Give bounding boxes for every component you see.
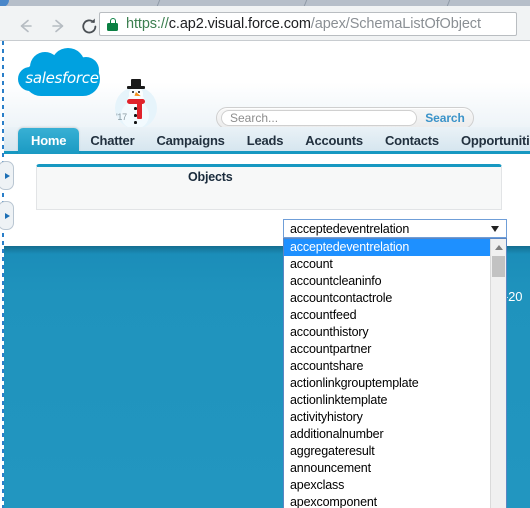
address-bar[interactable]: https://c.ap2.visual.force.com/apex/Sche… <box>99 12 517 36</box>
reload-icon <box>81 18 96 33</box>
url-path: /apex/SchemaListOfObject <box>310 16 481 32</box>
dropdown-option[interactable]: activityhistory <box>284 409 491 426</box>
salesforce-logo[interactable]: salesforce <box>18 48 106 103</box>
dropdown-scrollbar[interactable] <box>490 239 506 508</box>
dropdown-option[interactable]: accountshare <box>284 358 491 375</box>
chevron-right-icon <box>4 212 10 219</box>
dropdown-option[interactable]: acceptedeventrelation <box>284 239 491 256</box>
dropdown-option[interactable]: announcement <box>284 460 491 477</box>
dropdown-option[interactable]: apexclass <box>284 477 491 494</box>
lock-icon <box>107 17 118 31</box>
tab-chatter[interactable]: Chatter <box>79 129 145 154</box>
reload-button[interactable] <box>78 15 100 37</box>
global-search: Search <box>216 107 474 129</box>
snowman-icon: '17 <box>108 79 160 133</box>
dropdown-option[interactable]: actionlinktemplate <box>284 392 491 409</box>
search-input[interactable] <box>221 110 417 126</box>
dropdown-option[interactable]: accountcleaninfo <box>284 273 491 290</box>
objects-select[interactable]: acceptedeventrelation <box>283 219 507 238</box>
sidebar-expand-toggle-top[interactable] <box>0 161 14 190</box>
dropdown-option[interactable]: accounthistory <box>284 324 491 341</box>
url-host: c.ap2.visual.force.com <box>168 16 311 32</box>
dropdown-option[interactable]: accountfeed <box>284 307 491 324</box>
tab-leads[interactable]: Leads <box>236 129 295 154</box>
dropdown-option[interactable]: apexcomponent <box>284 494 491 508</box>
arrow-left-icon <box>20 19 32 33</box>
url-text: https://c.ap2.visual.force.com/apex/Sche… <box>126 16 481 32</box>
tab-opportunities[interactable]: Opportunities <box>450 129 530 154</box>
search-button[interactable]: Search <box>417 111 473 125</box>
dropdown-option[interactable]: actionlinkgrouptemplate <box>284 375 491 392</box>
release-year-label: '17 <box>116 112 127 122</box>
scroll-up-arrow-icon[interactable] <box>491 239 506 255</box>
objects-panel <box>36 164 502 210</box>
salesforce-tablist: Home Chatter Campaigns Leads Accounts Co… <box>18 127 530 154</box>
salesforce-tabbar: Home Chatter Campaigns Leads Accounts Co… <box>4 127 530 154</box>
objects-select-value: acceptedeventrelation <box>290 221 410 236</box>
dropdown-option[interactable]: additionalnumber <box>284 426 491 443</box>
page-viewport: salesforce '17 Search Home Ch <box>0 41 530 508</box>
dropdown-option[interactable]: accountcontactrole <box>284 290 491 307</box>
tab-campaigns[interactable]: Campaigns <box>145 129 235 154</box>
salesforce-header: salesforce '17 Search <box>4 41 530 129</box>
tab-accounts[interactable]: Accounts <box>294 129 374 154</box>
dropdown-option[interactable]: accountpartner <box>284 341 491 358</box>
tab-contacts[interactable]: Contacts <box>374 129 450 154</box>
dropdown-options: acceptedeventrelation account accountclean… <box>284 239 491 508</box>
browser-toolbar: https://c.ap2.visual.force.com/apex/Sche… <box>0 6 530 41</box>
dropdown-option[interactable]: account <box>284 256 491 273</box>
tab-home[interactable]: Home <box>18 128 80 154</box>
browser-chrome: https://c.ap2.visual.force.com/apex/Sche… <box>0 0 530 41</box>
forward-button[interactable] <box>47 15 69 37</box>
objects-dropdown-list[interactable]: acceptedeventrelation account accountclean… <box>283 238 507 508</box>
dropdown-option[interactable]: aggregateresult <box>284 443 491 460</box>
sidebar-expand-toggle-bottom[interactable] <box>0 201 14 230</box>
chevron-right-icon <box>4 172 10 179</box>
url-scheme: https:// <box>126 16 169 32</box>
objects-label: Objects <box>188 170 233 184</box>
salesforce-logo-text: salesforce <box>25 69 99 87</box>
scrollbar-thumb[interactable] <box>492 256 505 277</box>
back-button[interactable] <box>15 15 37 37</box>
arrow-right-icon <box>52 19 64 33</box>
sidebar-dashed-edge <box>2 41 4 508</box>
chevron-down-icon[interactable] <box>491 226 499 232</box>
